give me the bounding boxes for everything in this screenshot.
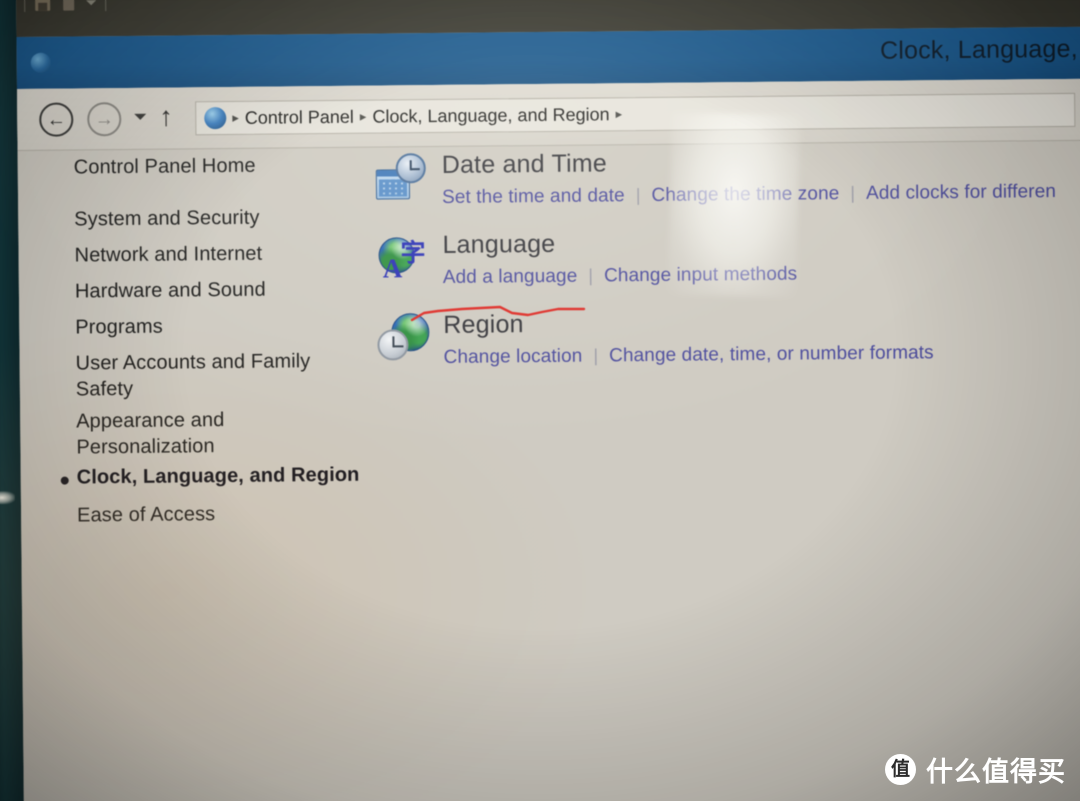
calendar-clock-icon[interactable] xyxy=(375,153,428,205)
globe-clock-icon[interactable] xyxy=(377,313,430,365)
sidebar-item-user-accounts-and-family-safety[interactable]: User Accounts and Family Safety xyxy=(76,348,311,403)
globe-language-icon[interactable]: A 字 xyxy=(376,233,428,285)
breadcrumb-separator-icon: ▸ xyxy=(359,108,367,124)
sidebar-item-network-and-internet[interactable]: Network and Internet xyxy=(74,240,364,269)
category-title[interactable]: Date and Time xyxy=(442,149,607,180)
link-add-clocks-for-different-time-zones[interactable]: Add clocks for differen xyxy=(866,181,1056,205)
breadcrumb-control-panel[interactable]: Control Panel xyxy=(245,106,354,128)
back-button[interactable]: ← xyxy=(39,102,74,137)
control-panel-icon xyxy=(30,52,51,73)
breadcrumb-separator-icon: ▸ xyxy=(232,109,239,125)
watermark-text: 什么值得买 xyxy=(926,757,1066,787)
breadcrumb-clock-language-region[interactable]: Clock, Language, and Region xyxy=(372,104,609,127)
address-bar[interactable]: ▸ Control Panel ▸ Clock, Language, and R… xyxy=(195,92,1076,136)
background-window-title: Computer xyxy=(847,0,954,1)
category-title[interactable]: Language xyxy=(442,230,555,260)
sidebar-item-clock-language-and-region[interactable]: Clock, Language, and Region xyxy=(77,462,367,491)
control-panel-sidebar: Control Panel Home System and Security N… xyxy=(18,148,377,801)
category-language: A 字 Language Add a language | Change inp… xyxy=(370,225,1080,288)
cjk-character-glyph: 字 xyxy=(400,239,426,268)
screen-glint xyxy=(0,491,15,505)
link-change-date-time-or-number-formats[interactable]: Change date, time, or number formats xyxy=(609,342,934,367)
navigation-bar: ← → ↑ ▸ Control Panel ▸ Clock, Language,… xyxy=(16,78,1080,152)
watermark-badge-icon: 值 xyxy=(885,754,916,785)
sidebar-item-hardware-and-sound[interactable]: Hardware and Sound xyxy=(75,276,365,305)
toolbar-divider xyxy=(105,0,107,12)
quick-access-toolbar[interactable] xyxy=(24,0,107,12)
watermark: 值 什么值得买 xyxy=(885,750,1066,789)
recent-locations-chevron-icon[interactable] xyxy=(134,113,147,120)
photographed-monitor: Computer Clock, Language, and R ← → ↑ ▸ … xyxy=(0,0,1080,801)
explorer-client-area: ← → ↑ ▸ Control Panel ▸ Clock, Language,… xyxy=(16,78,1080,801)
clock-icon xyxy=(395,153,426,184)
link-separator: | xyxy=(593,345,599,366)
link-separator: | xyxy=(588,265,594,286)
window-title: Clock, Language, and R xyxy=(879,34,1080,65)
properties-icon[interactable] xyxy=(60,0,77,12)
save-icon[interactable] xyxy=(34,0,51,12)
category-list: Date and Time Set the time and date | Ch… xyxy=(370,141,1080,801)
sidebar-item-programs[interactable]: Programs xyxy=(75,312,365,341)
control-panel-icon xyxy=(204,107,227,130)
link-change-location[interactable]: Change location xyxy=(443,346,582,369)
forward-button[interactable]: → xyxy=(87,102,122,137)
link-set-the-time-and-date[interactable]: Set the time and date xyxy=(442,185,625,209)
category-date-and-time: Date and Time Set the time and date | Ch… xyxy=(370,145,1080,208)
monitor-screen: Computer Clock, Language, and R ← → ↑ ▸ … xyxy=(0,0,1080,801)
sidebar-item-ease-of-access[interactable]: Ease of Access xyxy=(77,500,367,529)
link-separator: | xyxy=(635,185,641,206)
link-change-input-methods[interactable]: Change input methods xyxy=(604,264,797,288)
category-title[interactable]: Region xyxy=(443,310,524,340)
up-button[interactable]: ↑ xyxy=(159,102,173,132)
category-links: Set the time and date | Change the time … xyxy=(442,181,1056,209)
link-separator: | xyxy=(850,182,856,204)
link-change-the-time-zone[interactable]: Change the time zone xyxy=(651,183,839,207)
category-links: Add a language | Change input methods xyxy=(443,264,798,289)
breadcrumb-separator-icon[interactable]: ▸ xyxy=(616,106,623,122)
current-page-bullet xyxy=(60,476,69,485)
category-links: Change location | Change date, time, or … xyxy=(443,342,933,369)
sidebar-item-appearance-and-personalization[interactable]: Appearance and Personalization xyxy=(76,407,246,461)
clock-icon xyxy=(377,329,409,361)
customize-chevron-icon[interactable] xyxy=(86,0,97,6)
sidebar-item-system-and-security[interactable]: System and Security xyxy=(74,204,364,233)
toolbar-divider xyxy=(24,0,26,12)
category-region: Region Change location | Change date, ti… xyxy=(371,305,1080,368)
link-add-a-language[interactable]: Add a language xyxy=(443,266,578,289)
sidebar-item-control-panel-home[interactable]: Control Panel Home xyxy=(74,152,364,181)
letter-a-glyph: A xyxy=(382,253,403,284)
